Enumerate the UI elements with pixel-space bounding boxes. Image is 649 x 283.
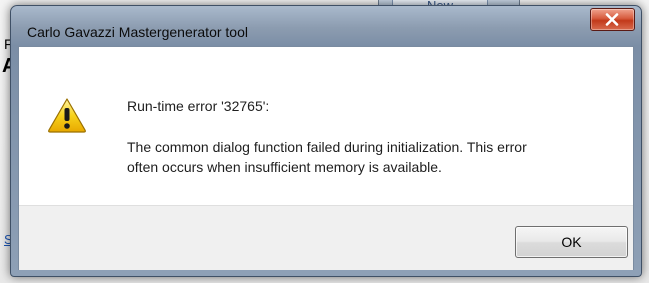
message-area: Run-time error '32765': The common dialo…	[19, 47, 633, 205]
error-heading: Run-time error '32765':	[127, 98, 270, 114]
dialog-button-bar: OK	[19, 205, 633, 270]
close-icon	[605, 13, 619, 26]
dialog-title: Carlo Gavazzi Mastergenerator tool	[27, 24, 248, 40]
dialog-body: Run-time error '32765': The common dialo…	[18, 46, 634, 270]
warning-icon	[48, 98, 86, 133]
dialog-title-bar[interactable]: Carlo Gavazzi Mastergenerator tool	[11, 6, 641, 46]
error-dialog: Carlo Gavazzi Mastergenerator tool Run-t…	[10, 5, 642, 277]
ok-button[interactable]: OK	[515, 226, 628, 258]
close-button[interactable]	[590, 8, 635, 31]
error-message: The common dialog function failed during…	[127, 139, 527, 175]
